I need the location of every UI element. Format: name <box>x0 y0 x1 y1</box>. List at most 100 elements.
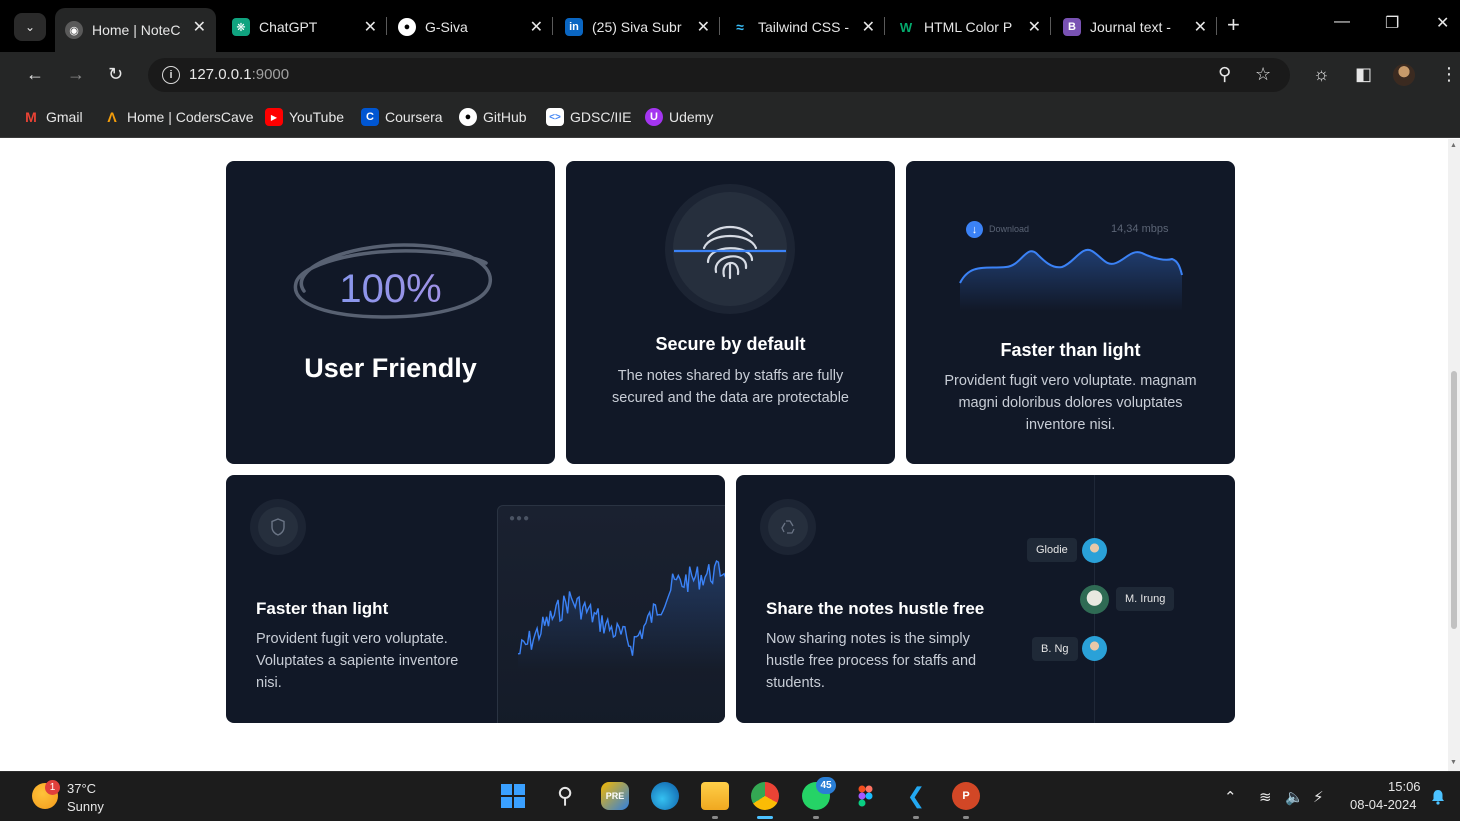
bookmark-gmail[interactable]: M Gmail <box>22 108 82 126</box>
feature-card-faster: ↓ Download 14,34 mbps Faster than light … <box>906 161 1235 464</box>
tab-separator <box>552 17 553 35</box>
volume-icon[interactable]: 🔈 <box>1285 788 1304 806</box>
file-explorer-icon[interactable] <box>701 782 729 810</box>
notification-bell-icon[interactable] <box>1430 789 1446 805</box>
page-content: 100% User Friendly Secure by default The… <box>0 139 1460 771</box>
bookmark-youtube[interactable]: ▶ YouTube <box>265 108 344 126</box>
edge-icon[interactable] <box>651 782 679 810</box>
scroll-down-icon[interactable]: ▼ <box>1450 759 1457 766</box>
bookmark-label: YouTube <box>289 109 345 125</box>
new-tab-button[interactable]: + <box>1227 12 1240 38</box>
close-icon[interactable]: ✕ <box>193 17 206 37</box>
restore-icon[interactable]: ❐ <box>1385 13 1399 33</box>
avatar <box>1080 585 1109 614</box>
tab-search-button[interactable]: ⌄ <box>14 13 46 41</box>
weather-description[interactable]: Sunny <box>67 799 104 814</box>
tab-title: G-Siva <box>425 19 468 35</box>
user-tag-b-ng: B. Ng <box>1032 637 1078 661</box>
bookmark-label: Coursera <box>385 109 443 125</box>
gmail-icon: M <box>25 109 37 125</box>
app-running-indicator <box>813 816 819 819</box>
feature-card-share: Share the notes hustle free Now sharing … <box>736 475 1235 723</box>
windows-start-icon[interactable] <box>499 782 527 810</box>
site-info-icon[interactable]: i <box>162 66 180 84</box>
tab-tailwind[interactable]: ≈ Tailwind CSS - ✕ <box>721 8 885 46</box>
tab-separator <box>1216 17 1217 35</box>
tray-overflow-chevron-icon[interactable]: ⌃ <box>1224 788 1237 806</box>
bookmarks-bar: M Gmail Λ Home | CodersCave ▶ YouTube C … <box>0 98 1460 138</box>
close-icon[interactable]: ✕ <box>1028 17 1041 37</box>
bookmark-star-icon[interactable]: ☆ <box>1255 64 1271 85</box>
tab-home-notec[interactable]: ◉ Home | NoteC ✕ <box>55 8 216 52</box>
address-url[interactable]: 127.0.0.1:9000 <box>189 66 289 83</box>
back-arrow-icon[interactable]: ← <box>26 64 44 85</box>
weather-notification-badge: 1 <box>45 780 60 795</box>
tab-html-color[interactable]: W HTML Color P ✕ <box>887 8 1051 46</box>
tailwind-icon: ≈ <box>736 19 744 35</box>
search-icon[interactable]: ⚲ <box>551 782 579 810</box>
card-title: User Friendly <box>304 353 477 383</box>
bookmark-gdsc[interactable]: <> GDSC/IIE <box>546 108 631 126</box>
extension-icon[interactable]: ☼ <box>1313 64 1330 85</box>
menu-kebab-icon[interactable]: ⋮ <box>1440 64 1458 85</box>
bookmark-github[interactable]: ● GitHub <box>459 108 527 126</box>
zoom-icon[interactable]: ⚲ <box>1218 64 1231 85</box>
url-host: 127.0.0.1 <box>189 66 252 83</box>
chevron-down-icon: ⌄ <box>24 20 36 34</box>
close-icon[interactable]: ✕ <box>530 17 543 37</box>
chatgpt-icon: ❋ <box>232 18 250 36</box>
clock-time[interactable]: 15:06 <box>1388 779 1421 794</box>
battery-plug-icon[interactable]: ⚡ <box>1313 788 1324 806</box>
vscode-icon[interactable]: ❮ <box>902 782 930 810</box>
close-icon[interactable]: ✕ <box>364 17 377 37</box>
tab-linkedin[interactable]: in (25) Siva Subr ✕ <box>555 8 720 46</box>
percent-value: 100% <box>226 267 555 312</box>
bookmark-label: GitHub <box>483 109 527 125</box>
tab-g-siva[interactable]: ● G-Siva ✕ <box>388 8 553 46</box>
download-arrow-icon: ↓ <box>966 221 983 238</box>
download-label: Download <box>989 224 1030 234</box>
window-dots-icon: ●●● <box>509 513 531 524</box>
tab-title: (25) Siva Subr <box>592 19 682 35</box>
minimize-icon[interactable]: — <box>1334 13 1350 31</box>
close-icon[interactable]: ✕ <box>1194 17 1207 37</box>
card-title: Faster than light <box>256 599 389 618</box>
copilot-icon[interactable]: PRE <box>601 782 629 810</box>
user-tag-glodie: Glodie <box>1027 538 1077 562</box>
powerpoint-icon[interactable]: P <box>952 782 980 810</box>
close-icon[interactable]: ✕ <box>862 17 875 37</box>
tab-title: HTML Color P <box>924 19 1013 35</box>
tab-chatgpt[interactable]: ❋ ChatGPT ✕ <box>222 8 387 46</box>
window-close-icon[interactable]: ✕ <box>1436 13 1449 33</box>
side-panel-icon[interactable]: ◧ <box>1355 64 1372 85</box>
address-bar[interactable]: i 127.0.0.1:9000 ⚲ ☆ <box>148 58 1290 92</box>
page-scrollbar[interactable]: ▲ ▼ <box>1448 139 1460 771</box>
chrome-icon[interactable] <box>751 782 779 810</box>
bookmark-coursera[interactable]: C Coursera <box>361 108 443 126</box>
scrollbar-thumb[interactable] <box>1451 371 1457 629</box>
tab-strip: ⌄ ◉ Home | NoteC ✕ ❋ ChatGPT ✕ ● G-Siva … <box>0 0 1460 52</box>
reload-icon[interactable]: ↻ <box>108 64 123 85</box>
figma-icon[interactable] <box>852 782 880 810</box>
card-description: Provident fugit vero voluptate. Voluptat… <box>256 631 459 691</box>
wifi-icon[interactable]: ≋ <box>1259 788 1272 806</box>
tab-journal[interactable]: B Journal text - ✕ <box>1053 8 1217 46</box>
card-description: Provident fugit vero voluptate. magnam m… <box>944 373 1197 433</box>
forward-arrow-icon[interactable]: → <box>67 64 85 85</box>
clock-date[interactable]: 08-04-2024 <box>1350 797 1417 812</box>
close-icon[interactable]: ✕ <box>697 17 710 37</box>
udemy-icon: U <box>645 108 663 126</box>
bookmark-label: Udemy <box>669 109 714 125</box>
scroll-up-icon[interactable]: ▲ <box>1450 142 1457 149</box>
github-icon: ● <box>459 108 477 126</box>
bookmark-coderscave[interactable]: Λ Home | CodersCave <box>103 108 253 126</box>
weather-temperature[interactable]: 37°C <box>67 781 96 796</box>
app-running-indicator <box>963 816 969 819</box>
tab-title: ChatGPT <box>259 19 318 35</box>
profile-avatar[interactable] <box>1393 64 1415 86</box>
bookmark-udemy[interactable]: U Udemy <box>645 108 713 126</box>
speed-wave-graph <box>959 248 1183 311</box>
globe-icon: ◉ <box>65 21 83 39</box>
whatsapp-badge: 45 <box>816 777 836 794</box>
card-title: Secure by default <box>655 334 806 354</box>
